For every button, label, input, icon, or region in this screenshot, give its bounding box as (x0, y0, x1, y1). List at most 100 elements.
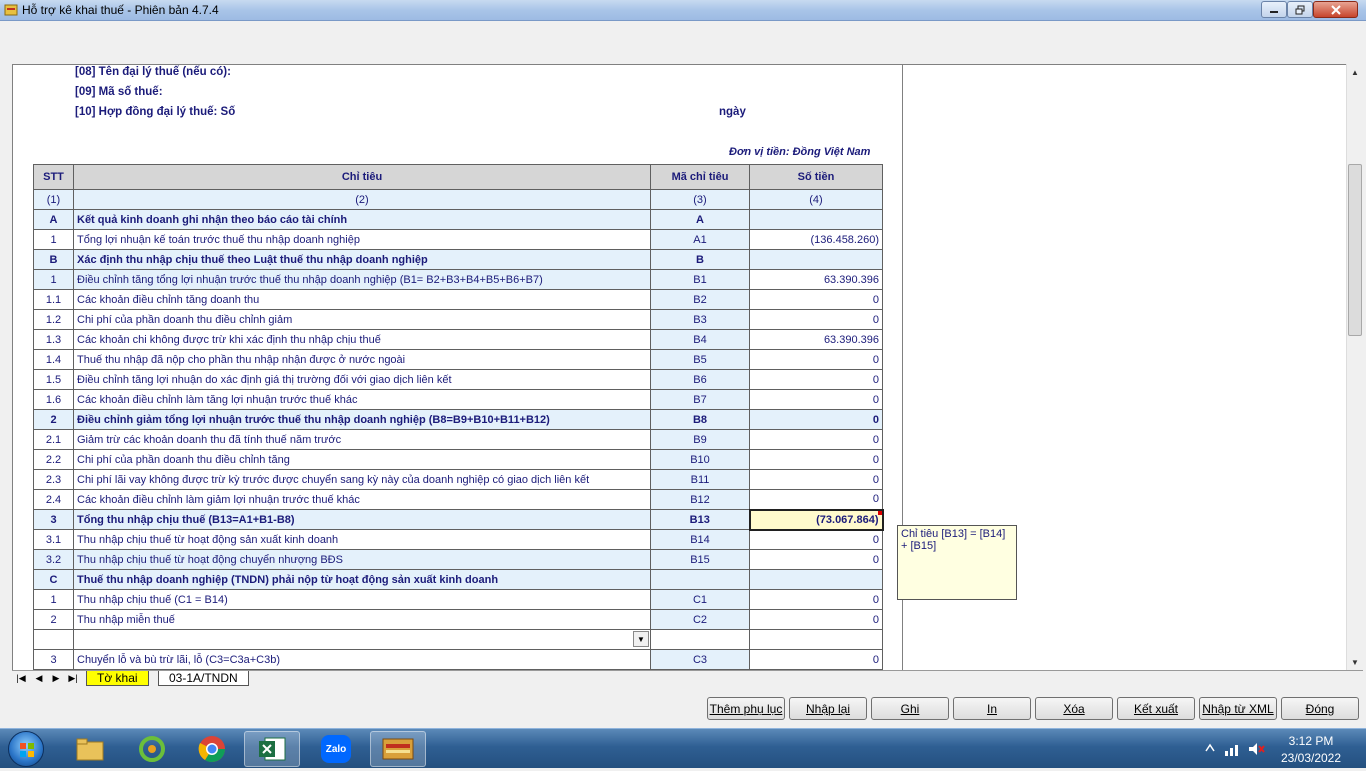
table-row: 2 Thu nhập miễn thuế C2 0 (33, 609, 883, 630)
folder-icon (76, 738, 104, 761)
row-label: Thu nhập chịu thuế (C1 = B14) (73, 589, 651, 610)
last-sheet-icon[interactable]: ▶| (67, 672, 79, 685)
row-label: Thu nhập chịu thuế từ hoạt động chuyển n… (73, 549, 651, 570)
taskbar-excel[interactable] (244, 731, 300, 767)
row-value[interactable]: 0 (749, 289, 883, 310)
row-label: Điều chỉnh giảm tổng lợi nhuận trước thu… (73, 409, 651, 430)
taskbar-htkk[interactable] (370, 731, 426, 767)
row-value[interactable]: 0 (749, 349, 883, 370)
row-stt: C (33, 569, 74, 590)
row-value[interactable]: 0 (749, 549, 883, 570)
table-row: 1.6 Các khoản điều chỉnh làm tăng lợi nhu… (33, 389, 883, 410)
selected-value-cell[interactable]: (73.067.864) (748, 508, 884, 531)
print-button[interactable]: In (953, 697, 1031, 720)
scroll-thumb[interactable] (1348, 164, 1362, 336)
prev-sheet-icon[interactable]: ◀ (33, 672, 45, 685)
table-row: 2.2 Chi phí của phần doanh thu điều chỉnh… (33, 449, 883, 470)
row-label: Điều chỉnh tăng lợi nhuận do xác định gi… (73, 369, 651, 390)
row-value[interactable]: (136.458.260) (749, 229, 883, 250)
table-row: 1 Thu nhập chịu thuế (C1 = B14) C1 0 (33, 589, 883, 610)
start-button[interactable] (8, 731, 44, 767)
row-label: Chi phí lãi vay không được trừ kỳ trước … (73, 469, 651, 490)
row-value[interactable]: 0 (749, 389, 883, 410)
close-form-button[interactable]: Đóng (1281, 697, 1359, 720)
row-value[interactable]: 0 (749, 429, 883, 450)
add-appendix-button[interactable]: Thêm phụ lục (707, 697, 785, 720)
cell-note-tooltip: Chỉ tiêu [B13] = [B14] + [B15] (897, 525, 1017, 600)
row-stt: 1.5 (33, 369, 74, 390)
row-value[interactable]: 0 (749, 529, 883, 550)
row-value[interactable]: 0 (749, 369, 883, 390)
reset-label: Nhập lại (805, 701, 851, 716)
subheader-3: (3) (650, 189, 750, 210)
row-stt: A (33, 209, 74, 230)
import-xml-button[interactable]: Nhập từ XML (1199, 697, 1277, 720)
row-value[interactable] (749, 569, 883, 590)
table-row: 2.4 Các khoản điều chỉnh làm giảm lợi nhu… (33, 489, 883, 510)
dropdown-arrow-icon[interactable]: ▼ (633, 631, 649, 647)
table-row: ▼ (33, 629, 883, 650)
row-stt: B (33, 249, 74, 270)
row-stt: 2.2 (33, 449, 74, 470)
row-value[interactable]: 63.390.396 (749, 329, 883, 350)
header-chi-tieu: Chỉ tiêu (73, 164, 651, 190)
row-code: B15 (650, 549, 750, 570)
next-sheet-icon[interactable]: ▶ (50, 672, 62, 685)
save-button[interactable]: Ghi (871, 697, 949, 720)
row-stt: 1.4 (33, 349, 74, 370)
first-sheet-icon[interactable]: |◀ (15, 672, 27, 685)
row-value[interactable]: 0 (749, 489, 883, 510)
row-value[interactable]: 0 (749, 649, 883, 670)
row-value[interactable]: 0 (749, 609, 883, 630)
taskbar-explorer[interactable] (62, 731, 118, 767)
taskbar-zalo[interactable]: Zalo (308, 731, 364, 767)
row-value[interactable] (749, 629, 883, 650)
row-code: B12 (650, 489, 750, 510)
row-value[interactable]: 63.390.396 (749, 269, 883, 290)
import-xml-label: Nhập từ XML (1202, 701, 1274, 716)
row-label: Thuế thu nhập doanh nghiệp (TNDN) phải n… (73, 569, 651, 590)
scroll-down-icon[interactable]: ▼ (1347, 654, 1363, 670)
row-code (650, 629, 750, 650)
subheader-2: (2) (73, 189, 651, 210)
row-stt: 1.3 (33, 329, 74, 350)
minimize-button[interactable] (1261, 1, 1287, 18)
tab-03-1a-tndn[interactable]: 03-1A/TNDN (158, 671, 249, 686)
row-value[interactable]: 0 (749, 589, 883, 610)
row-dropdown[interactable]: ▼ (73, 629, 651, 650)
tab-to-khai[interactable]: Tờ khai (86, 671, 149, 686)
row-label: Các khoản điều chỉnh tăng doanh thu (73, 289, 651, 310)
row-value[interactable]: 0 (749, 449, 883, 470)
tray-arrow-icon[interactable] (1204, 741, 1216, 755)
row-value[interactable]: 0 (749, 309, 883, 330)
row-label: Các khoản điều chỉnh làm tăng lợi nhuận … (73, 389, 651, 410)
row-stt: 1.2 (33, 309, 74, 330)
row-value[interactable] (749, 249, 883, 270)
export-button[interactable]: Kết xuất (1117, 697, 1195, 720)
row-code: B5 (650, 349, 750, 370)
row-stt: 2.3 (33, 469, 74, 490)
row-value[interactable] (749, 209, 883, 230)
table-row: 1 Điều chỉnh tăng tổng lợi nhuận trước th… (33, 269, 883, 290)
row-stt: 2.1 (33, 429, 74, 450)
table-header-row: STT Chỉ tiêu Mã chỉ tiêu Số tiền (33, 164, 883, 190)
taskbar-app-green[interactable] (124, 731, 180, 767)
clock-time[interactable]: 3:12 PM (1276, 734, 1346, 748)
vertical-scrollbar[interactable]: ▲ ▼ (1346, 64, 1363, 670)
taskbar: Zalo 3:12 PM 23/03/2022 (0, 728, 1366, 768)
row-code: C2 (650, 609, 750, 630)
maximize-button[interactable] (1287, 1, 1313, 18)
delete-button[interactable]: Xóa (1035, 697, 1113, 720)
reset-button[interactable]: Nhập lại (789, 697, 867, 720)
taskbar-chrome[interactable] (184, 731, 240, 767)
chrome-icon (198, 736, 226, 763)
volume-muted-icon[interactable] (1247, 741, 1265, 757)
row-code: B2 (650, 289, 750, 310)
network-icon[interactable] (1224, 741, 1242, 757)
row-value[interactable]: 0 (749, 409, 883, 430)
scroll-up-icon[interactable]: ▲ (1347, 64, 1363, 80)
row-value[interactable]: 0 (749, 469, 883, 490)
clock-date[interactable]: 23/03/2022 (1276, 751, 1346, 765)
close-button[interactable] (1313, 1, 1358, 18)
agent-tax-code-label: [09] Mã số thuế: (75, 86, 163, 98)
